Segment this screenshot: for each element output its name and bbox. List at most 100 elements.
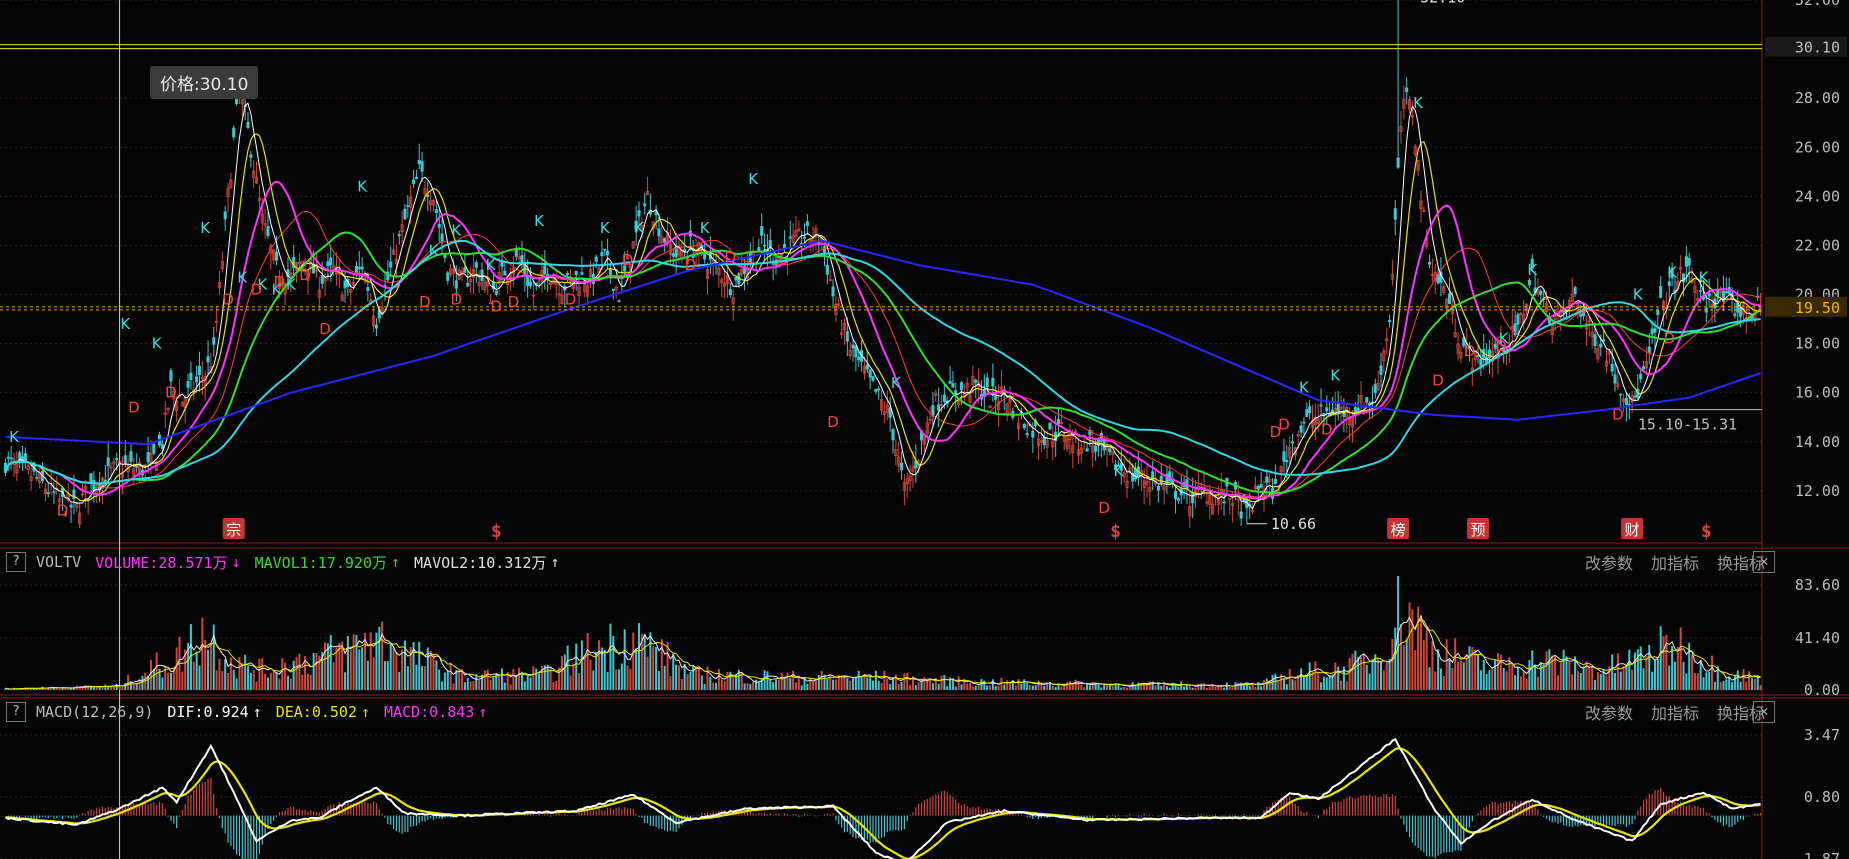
dea-up-arrow: ↑ [361, 703, 371, 721]
macd-tools: 改参数 加指标 换指标 [1567, 700, 1765, 724]
volume-bar [1442, 675, 1445, 690]
candle-body [1022, 423, 1026, 429]
volume-bar [1497, 652, 1500, 690]
volume-bar [1228, 686, 1231, 690]
price-axis-label: 18.00 [1795, 335, 1840, 353]
candle-body [35, 476, 39, 479]
volume-bar [1037, 680, 1040, 690]
volume-bar [1088, 685, 1091, 690]
volume-bar [1160, 685, 1163, 690]
volume-bar [1628, 649, 1631, 690]
volume-bar [1360, 656, 1363, 690]
volume-bar [1525, 678, 1528, 690]
candle-body [123, 455, 127, 465]
signal-d-label: D [165, 384, 177, 402]
candle-body [891, 429, 895, 441]
volume-bar [1380, 661, 1383, 690]
candle-body [466, 282, 470, 287]
volume-bar [358, 649, 361, 690]
volume-modify-params-button[interactable]: 改参数 [1585, 550, 1633, 574]
volume-bar [489, 679, 492, 690]
candle-body [831, 286, 835, 297]
candle-body [1599, 343, 1603, 348]
volume-bar [529, 677, 532, 690]
volume-bar [635, 648, 638, 690]
signal-d-label: D [319, 320, 331, 338]
volume-bar [1676, 646, 1679, 690]
low-marker-label: 10.66 [1271, 515, 1316, 533]
signal-k-label: K [1330, 366, 1341, 384]
volume-bar [1516, 666, 1519, 690]
volume-bar [840, 675, 843, 690]
dif-up-arrow: ↑ [252, 703, 262, 721]
candle-body [366, 287, 370, 291]
volume-bar [877, 680, 880, 690]
volume-bar [612, 635, 615, 690]
volume-bar [1588, 665, 1591, 690]
range-label: 15.10-15.31 [1638, 416, 1737, 434]
volume-add-indicator-button[interactable]: 加指标 [1651, 550, 1699, 574]
signal-d-label: D [491, 298, 503, 316]
level-badge-text: 30.10 [1795, 39, 1840, 57]
macd-close-button[interactable]: ✕ [1753, 701, 1775, 723]
macd-modify-params-button[interactable]: 改参数 [1585, 700, 1633, 724]
volume-bar [1054, 686, 1057, 690]
volume-bar [712, 682, 715, 690]
volume-bar [609, 623, 612, 690]
volume-close-button[interactable]: ✕ [1753, 551, 1775, 573]
volume-bar [449, 662, 452, 690]
candle-body [1613, 374, 1617, 384]
macd-help-button[interactable]: ? [6, 702, 26, 722]
volume-bar [755, 679, 758, 690]
macd-add-indicator-button[interactable]: 加指标 [1651, 700, 1699, 724]
macd-indicator-name[interactable]: MACD(12,26,9) [36, 703, 153, 721]
volume-bar [538, 673, 541, 690]
candle-body [877, 388, 881, 391]
volume-bar [1431, 640, 1434, 690]
candle-body [760, 225, 764, 236]
volume-bar [931, 683, 934, 690]
volume-bar [849, 680, 852, 690]
volume-bar [954, 686, 957, 690]
price-axis-label: 28.00 [1795, 89, 1840, 107]
volume-bar [1340, 680, 1343, 690]
volume-bar [1214, 686, 1217, 690]
volume-bar [1685, 673, 1688, 690]
volume-bar [1702, 677, 1705, 690]
volume-bar [135, 683, 138, 690]
volume-bar [792, 670, 795, 690]
candle-body [1659, 286, 1663, 298]
candle-body [18, 452, 22, 460]
volume-bar [1385, 661, 1388, 690]
signal-d-label: D [622, 251, 634, 269]
volume-bar [900, 681, 903, 690]
candle-body [1319, 404, 1323, 407]
candle-body [974, 379, 978, 383]
signal-k-label: K [748, 170, 759, 188]
volume-bar [1713, 681, 1716, 690]
chart-canvas[interactable]: 12.0014.0016.0018.0020.0022.0024.0026.00… [0, 0, 1849, 859]
volume-bar [1568, 662, 1571, 690]
level-price-badge: 30.10 [1765, 36, 1847, 57]
candle-body [320, 275, 324, 284]
volume-help-button[interactable]: ? [6, 552, 26, 572]
volume-bar [1051, 686, 1054, 690]
volume-bar [415, 664, 418, 690]
current-price-badge: 19.50 [1765, 296, 1847, 317]
volume-bar [549, 666, 552, 690]
volume-bar [161, 677, 164, 690]
signal-d-label: D [299, 266, 311, 284]
volume-bar [786, 672, 789, 690]
volume-bar [1699, 659, 1702, 690]
volume-bars [4, 576, 1762, 690]
candle-body [115, 458, 119, 461]
volume-bar [501, 668, 504, 690]
volume-bar [423, 666, 426, 690]
volume-indicator-name[interactable]: VOLTV [36, 553, 81, 571]
signal-k-label: K [634, 219, 645, 237]
volume-bar [523, 681, 526, 690]
signal-d-label: D [1098, 499, 1110, 517]
signal-k-label: K [152, 335, 163, 353]
volume-bar [98, 686, 101, 690]
volume-bar [1177, 687, 1180, 690]
